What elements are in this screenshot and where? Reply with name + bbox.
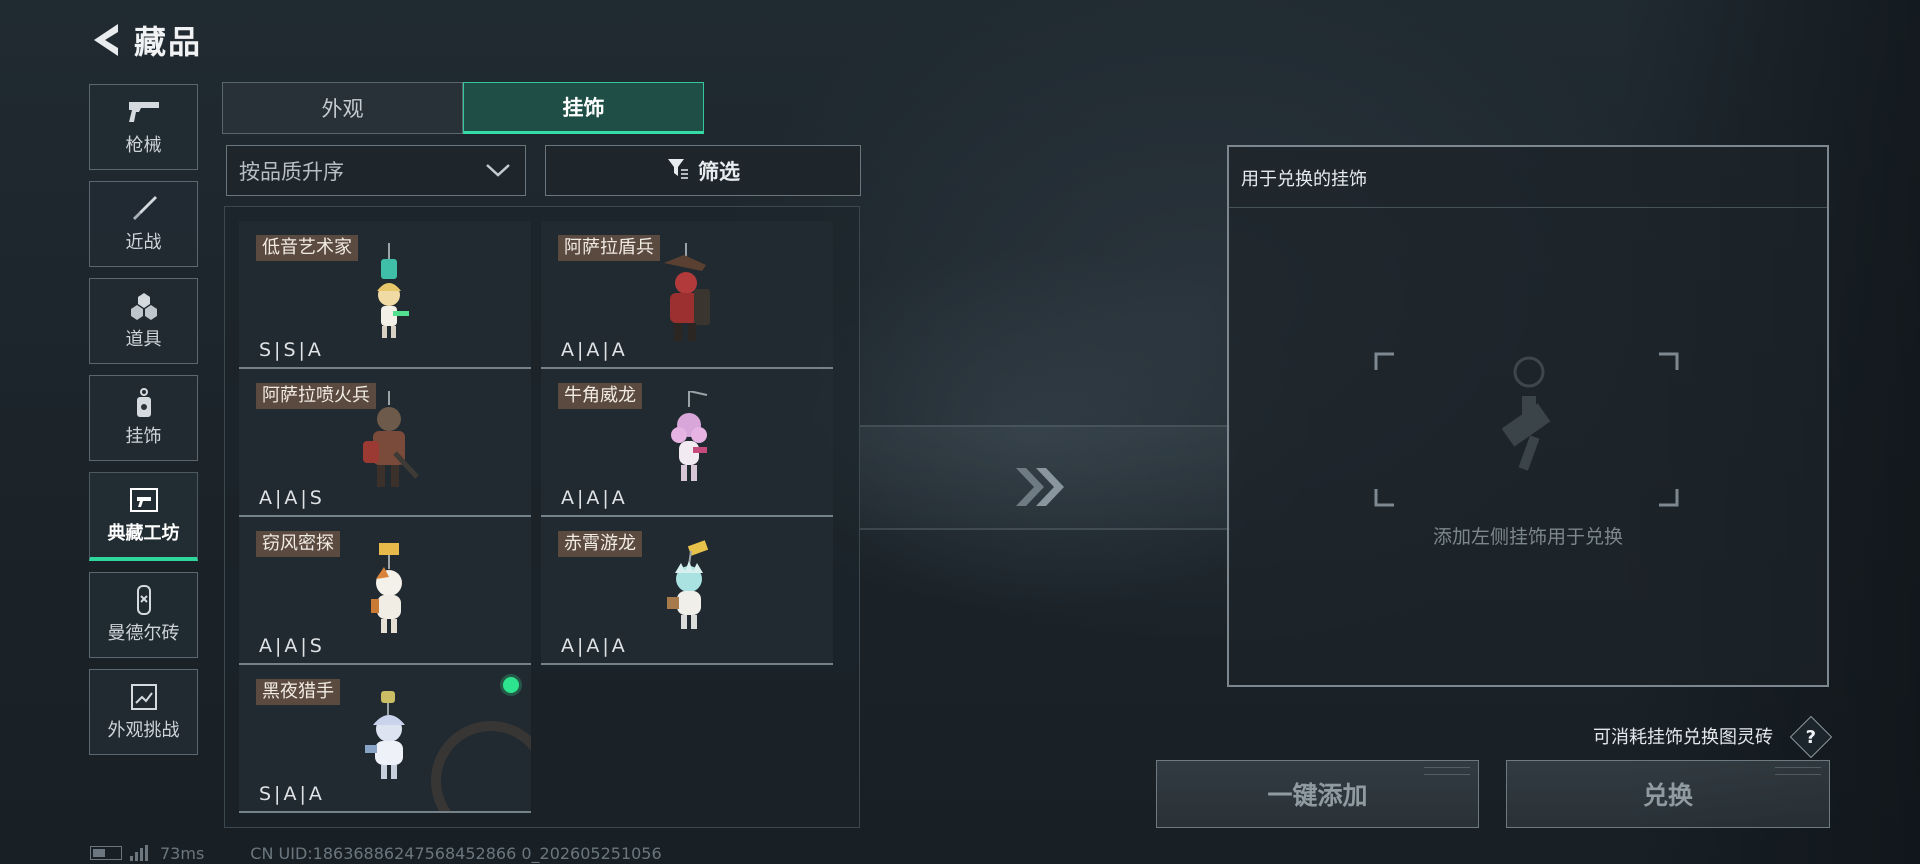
charm-grades: A|A|S (259, 635, 325, 657)
exchange-panel-title: 用于兑换的挂饰 (1241, 169, 1367, 190)
grenade-icon (127, 291, 161, 321)
charm-card[interactable]: 阿萨拉喷火兵 A|A|S (239, 369, 531, 517)
charm-grades: A|A|A (561, 487, 628, 509)
battery-icon (90, 846, 122, 860)
charm-figure-icon (664, 243, 710, 341)
double-chevron-right-icon (1016, 468, 1064, 506)
empty-slot-placeholder-icon[interactable] (1374, 352, 1679, 507)
ping-value: 73ms (160, 843, 205, 863)
tab-charms[interactable]: 挂饰 (463, 82, 704, 134)
collection-seal-icon (431, 721, 531, 811)
charm-card[interactable]: 黑夜猎手 S|A|A (239, 665, 531, 813)
status-bar: 73ms CN UID:18636886247568452866 0_20260… (90, 843, 662, 863)
gun-icon (127, 97, 161, 127)
category-label: 枪械 (125, 135, 162, 156)
category-label: 曼德尔砖 (107, 623, 180, 644)
charm-figure-icon (363, 391, 419, 487)
back-arrow-icon[interactable] (90, 20, 124, 60)
exchange-button[interactable]: 兑换 (1506, 760, 1830, 828)
charm-figure-icon (365, 691, 405, 779)
category-charms[interactable]: 挂饰 (89, 375, 198, 461)
charm-name: 低音艺术家 (256, 235, 358, 261)
charm-grades: A|A|S (259, 487, 325, 509)
category-mandel-brick[interactable]: 曼德尔砖 (89, 572, 198, 658)
category-workshop[interactable]: 典藏工坊 (89, 472, 198, 561)
charm-card[interactable]: 牛角威龙 A|A|A (541, 369, 833, 517)
charm-name: 赤霄游龙 (558, 531, 642, 557)
category-guns[interactable]: 枪械 (89, 84, 198, 170)
filter-button[interactable]: 筛选 (545, 145, 861, 196)
charm-grades: S|A|A (259, 783, 325, 805)
charm-name: 黑夜猎手 (256, 679, 340, 705)
charm-name: 阿萨拉盾兵 (558, 235, 660, 261)
category-props[interactable]: 道具 (89, 278, 198, 364)
tab-bar: 外观 挂饰 (222, 82, 704, 134)
charm-name: 牛角威龙 (558, 383, 642, 409)
charm-figure-icon (667, 540, 709, 629)
uid-text: CN UID:18636886247568452866 0_2026052510… (250, 843, 662, 863)
sort-dropdown[interactable]: 按品质升序 (226, 145, 526, 196)
add-all-button[interactable]: 一键添加 (1156, 760, 1479, 828)
knife-icon (127, 194, 161, 224)
panel-divider (1229, 207, 1827, 208)
consume-note: 可消耗挂饰兑换图灵砖 (1593, 727, 1773, 748)
charm-grades: A|A|A (561, 339, 628, 361)
charm-grid: 低音艺术家 S|S|A 阿萨拉盾兵 A|A|A 阿萨拉喷火兵 A|A|S 牛角威… (224, 206, 860, 828)
exchange-panel: 用于兑换的挂饰 添加左侧挂饰用于兑换 (1227, 145, 1829, 687)
charm-name: 窃风密探 (256, 531, 340, 557)
charm-figure-icon (671, 391, 708, 481)
category-label: 挂饰 (125, 426, 162, 447)
charm-card[interactable]: 窃风密探 A|A|S (239, 517, 531, 665)
charm-grades: A|A|A (561, 635, 628, 657)
new-indicator-dot (503, 677, 519, 693)
charm-icon (127, 388, 161, 418)
category-label: 外观挑战 (107, 720, 180, 741)
charm-grades: S|S|A (259, 339, 324, 361)
category-label: 典藏工坊 (107, 523, 180, 544)
exchange-hint: 添加左侧挂饰用于兑换 (1432, 526, 1623, 548)
category-nav: 枪械 近战 道具 挂饰 典藏工坊 曼德尔砖 外观挑战 (89, 84, 198, 766)
charm-figure-icon (377, 243, 409, 338)
tab-appearance[interactable]: 外观 (222, 82, 463, 134)
filter-label: 筛选 (698, 159, 740, 184)
charm-card[interactable]: 低音艺术家 S|S|A (239, 221, 531, 369)
filter-icon (666, 156, 690, 185)
signal-icon (130, 845, 150, 861)
page-title: 藏品 (134, 23, 203, 61)
category-label: 近战 (125, 232, 162, 253)
charm-figure-icon (371, 543, 402, 633)
sort-value: 按品质升序 (239, 159, 344, 184)
category-appearance-challenge[interactable]: 外观挑战 (89, 669, 198, 755)
chevron-down-icon (485, 160, 511, 185)
help-icon-glyph: ? (1805, 726, 1817, 748)
challenge-icon (127, 682, 161, 712)
header: 藏品 (90, 18, 435, 62)
category-label: 道具 (125, 329, 162, 350)
charm-card[interactable]: 赤霄游龙 A|A|A (541, 517, 833, 665)
workshop-icon (127, 485, 161, 515)
category-melee[interactable]: 近战 (89, 181, 198, 267)
brick-icon (127, 585, 161, 615)
charm-card[interactable]: 阿萨拉盾兵 A|A|A (541, 221, 833, 369)
